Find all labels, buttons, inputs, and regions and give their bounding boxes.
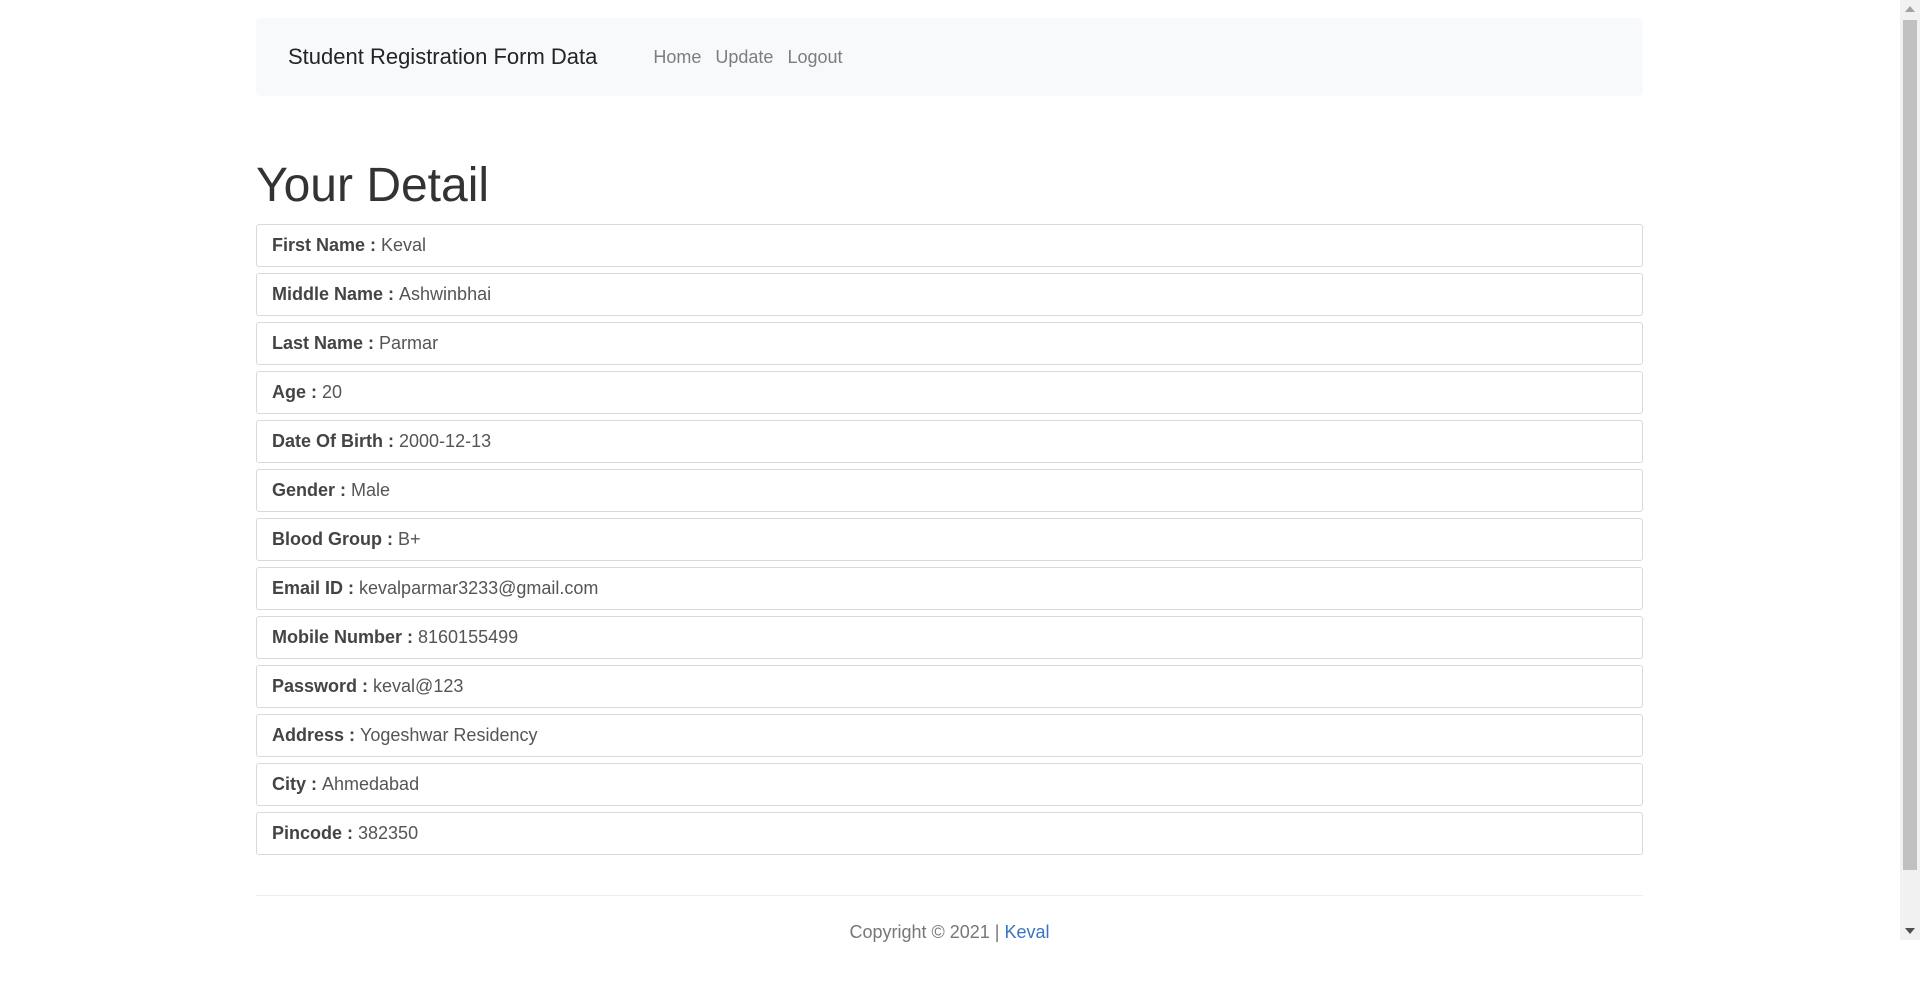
scroll-up-arrow-icon[interactable]: [1905, 6, 1915, 12]
detail-value: 2000-12-13: [399, 431, 492, 451]
footer-author-link[interactable]: Keval: [1005, 922, 1050, 942]
nav-link-logout[interactable]: Logout: [787, 47, 842, 68]
detail-label: Mobile Number :: [272, 627, 414, 647]
detail-value: Parmar: [379, 333, 439, 353]
detail-label: Pincode :: [272, 823, 354, 843]
navbar: Student Registration Form Data Home Upda…: [256, 18, 1643, 96]
detail-label: City :: [272, 774, 317, 794]
detail-email: Email ID : kevalparmar3233@gmail.com: [256, 567, 1643, 610]
detail-label: Gender :: [272, 480, 347, 500]
detail-value: Male: [351, 480, 391, 500]
detail-list: First Name : Keval Middle Name : Ashwinbha…: [256, 224, 1643, 855]
detail-label: Date Of Birth :: [272, 431, 395, 451]
nav-link-update[interactable]: Update: [715, 47, 773, 68]
detail-address: Address : Yogeshwar Residency: [256, 714, 1643, 757]
detail-mobile-number: Mobile Number :8160155499: [256, 616, 1643, 659]
detail-label: Blood Group :: [272, 529, 393, 549]
detail-value: Yogeshwar Residency: [360, 725, 538, 745]
detail-value: 20: [322, 382, 343, 402]
navbar-brand[interactable]: Student Registration Form Data: [288, 44, 597, 70]
detail-city: City : Ahmedabad: [256, 763, 1643, 806]
detail-last-name: Last Name : Parmar: [256, 322, 1643, 365]
footer: Copyright © 2021 | Keval: [256, 922, 1643, 943]
detail-blood-group: Blood Group : B+: [256, 518, 1643, 561]
detail-value: keval@123: [373, 676, 464, 696]
detail-middle-name: Middle Name : Ashwinbhai: [256, 273, 1643, 316]
scroll-down-arrow-icon[interactable]: [1905, 928, 1915, 934]
detail-label: First Name :: [272, 235, 377, 255]
nav-links: Home Update Logout: [653, 47, 842, 68]
detail-label: Password :: [272, 676, 369, 696]
detail-date-of-birth: Date Of Birth :2000-12-13: [256, 420, 1643, 463]
detail-label: Address :: [272, 725, 356, 745]
detail-value: Ahmedabad: [322, 774, 420, 794]
vertical-scrollbar[interactable]: [1900, 0, 1920, 940]
detail-age: Age :20: [256, 371, 1643, 414]
footer-divider: [256, 895, 1643, 896]
detail-value: Ashwinbhai: [399, 284, 492, 304]
detail-value: kevalparmar3233@gmail.com: [359, 578, 599, 598]
detail-value: 382350: [358, 823, 419, 843]
page-title: Your Detail: [256, 159, 490, 212]
detail-password: Password : keval@123: [256, 665, 1643, 708]
detail-value: 8160155499: [418, 627, 519, 647]
detail-value: B+: [397, 529, 421, 549]
detail-label: Age :: [272, 382, 317, 402]
nav-link-home[interactable]: Home: [653, 47, 701, 68]
detail-label: Email ID :: [272, 578, 355, 598]
detail-pincode: Pincode :382350: [256, 812, 1643, 855]
scroll-thumb[interactable]: [1903, 20, 1917, 870]
detail-label: Last Name :: [272, 333, 375, 353]
footer-copyright: Copyright © 2021 |: [849, 922, 1000, 942]
detail-label: Middle Name :: [272, 284, 395, 304]
detail-first-name: First Name : Keval: [256, 224, 1643, 267]
page-container: Student Registration Form Data Home Upda…: [256, 18, 1643, 943]
detail-value: Keval: [381, 235, 427, 255]
detail-gender: Gender : Male: [256, 469, 1643, 512]
